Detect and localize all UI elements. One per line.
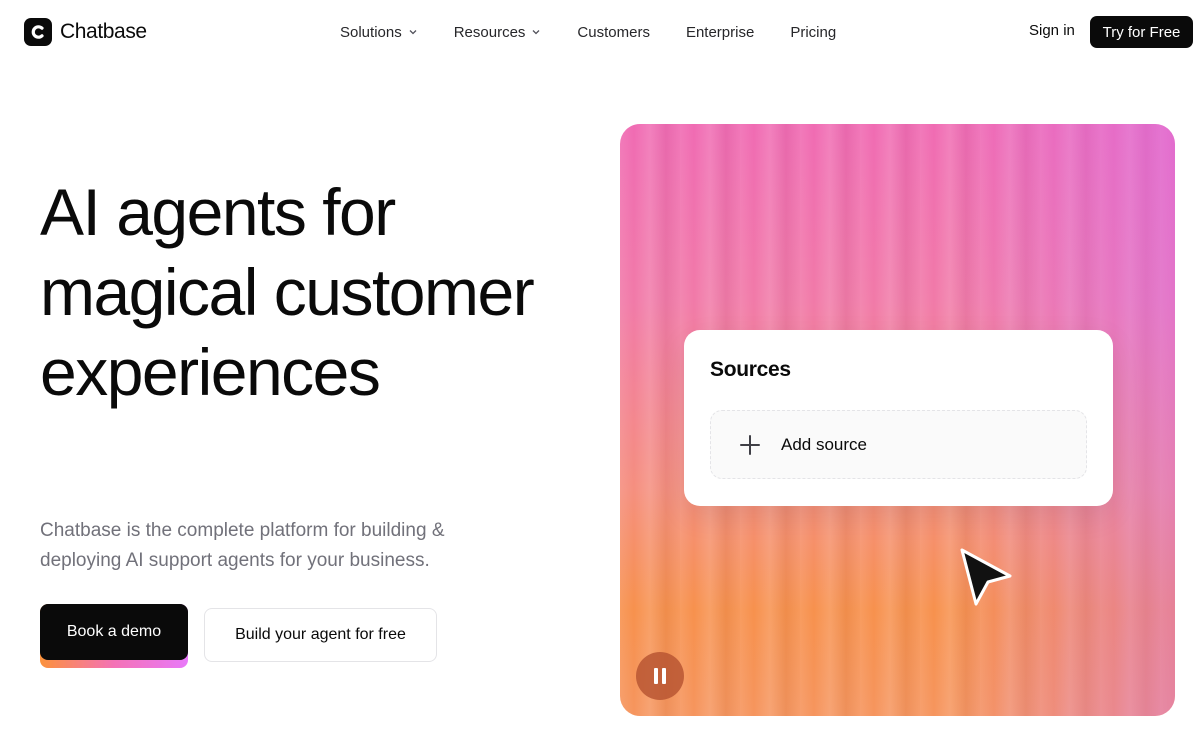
hero-subtitle: Chatbase is the complete platform for bu…: [40, 520, 445, 571]
sources-card: Sources Add source: [684, 330, 1113, 506]
chatbase-logo-icon: [24, 18, 52, 46]
try-for-free-button[interactable]: Try for Free: [1090, 16, 1193, 48]
logo-text: Chatbase: [60, 20, 147, 43]
add-source-button[interactable]: Add source: [710, 410, 1087, 479]
nav-item-pricing[interactable]: Pricing: [790, 24, 836, 41]
hero-media-panel: Sources Add source: [620, 124, 1175, 716]
nav-item-label: Customers: [577, 23, 650, 41]
sign-in-link[interactable]: Sign in: [1029, 22, 1075, 39]
nav-item-solutions[interactable]: Solutions: [340, 24, 418, 41]
chevron-down-icon: [532, 30, 540, 35]
cursor-arrow-icon: [960, 548, 1012, 606]
build-agent-button[interactable]: Build your agent for free: [204, 608, 437, 662]
sources-card-title: Sources: [710, 358, 791, 381]
nav-item-label: Enterprise: [685, 23, 755, 41]
pause-icon: [654, 668, 666, 684]
nav-item-customers[interactable]: Customers: [577, 24, 650, 41]
nav-item-label: Solutions: [340, 23, 402, 41]
main-nav: Solutions Resources Customers Enterprise…: [340, 22, 872, 42]
hero-title: AI agents for magical customer experienc…: [40, 175, 535, 409]
nav-item-resources[interactable]: Resources: [454, 24, 542, 41]
nav-item-enterprise[interactable]: Enterprise: [686, 24, 754, 41]
logo[interactable]: Chatbase: [24, 18, 147, 46]
chevron-down-icon: [409, 30, 417, 35]
add-source-label: Add source: [781, 434, 867, 454]
book-demo-button-underline: Book a demo: [40, 604, 188, 668]
nav-item-label: Resources: [453, 23, 526, 41]
nav-item-label: Pricing: [790, 23, 837, 41]
pause-button[interactable]: [636, 652, 684, 700]
book-demo-button[interactable]: Book a demo: [40, 604, 188, 660]
plus-icon: [740, 434, 760, 455]
